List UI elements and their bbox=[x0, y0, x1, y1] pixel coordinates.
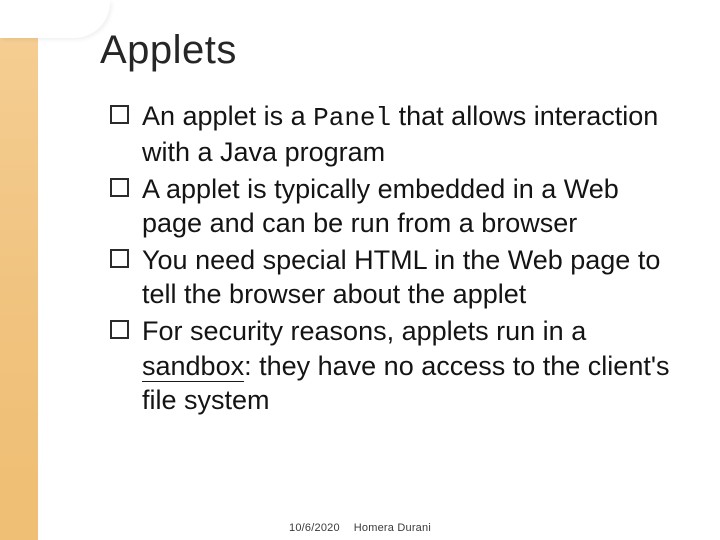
list-item: An applet is a Panel that allows interac… bbox=[110, 99, 680, 170]
bullet-text-pre: For security reasons, applets run in a bbox=[142, 316, 586, 346]
checkbox-bullet-icon bbox=[110, 320, 129, 339]
checkbox-bullet-icon bbox=[110, 178, 129, 197]
footer-date: 10/6/2020 bbox=[289, 522, 340, 534]
slide-title: Applets bbox=[100, 28, 680, 73]
checkbox-bullet-icon bbox=[110, 249, 129, 268]
list-item: For security reasons, applets run in a s… bbox=[110, 314, 680, 418]
slide-footer: 10/6/2020 Homera Durani bbox=[0, 522, 720, 534]
bullet-text: You need special HTML in the Web page to… bbox=[142, 245, 660, 310]
list-item: You need special HTML in the Web page to… bbox=[110, 243, 680, 312]
list-item: A applet is typically embedded in a Web … bbox=[110, 172, 680, 241]
bullet-text: A applet is typically embedded in a Web … bbox=[142, 174, 619, 239]
bullet-list: An applet is a Panel that allows interac… bbox=[110, 99, 680, 418]
footer-author: Homera Durani bbox=[354, 522, 431, 534]
checkbox-bullet-icon bbox=[110, 105, 129, 124]
underlined-word-sandbox: sandbox bbox=[142, 351, 244, 382]
slide-content: Applets An applet is a Panel that allows… bbox=[38, 0, 720, 540]
decorative-left-strip bbox=[0, 0, 38, 540]
code-word-panel: Panel bbox=[313, 103, 391, 133]
bullet-text-pre: An applet is a bbox=[142, 101, 313, 131]
